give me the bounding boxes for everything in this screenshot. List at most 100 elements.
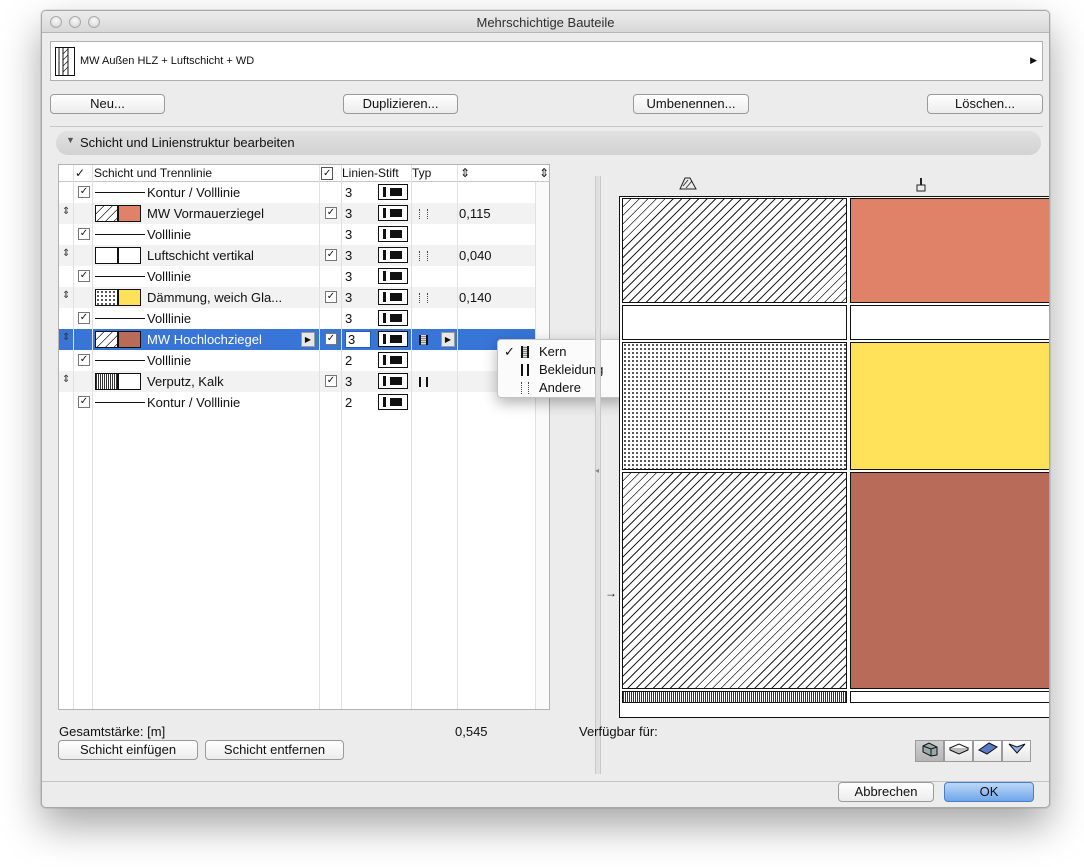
separator-line-row[interactable]: ✓ Volllinie 3: [59, 266, 535, 287]
layer-thickness[interactable]: 0,140: [459, 290, 492, 305]
line-pen-swatch[interactable]: [378, 247, 408, 263]
pen-number[interactable]: 3: [345, 206, 352, 221]
line-pen-swatch[interactable]: [378, 394, 408, 410]
line-pen-swatch[interactable]: [378, 205, 408, 221]
pen-number[interactable]: 3: [345, 311, 352, 326]
layer-row[interactable]: ⇕ Verputz, Kalk ✓ 3: [59, 371, 535, 392]
slab-icon[interactable]: [944, 740, 973, 762]
duplicate-button[interactable]: Duplizieren...: [343, 94, 458, 114]
line-visibility-checkbox[interactable]: ✓: [78, 396, 90, 408]
insert-layer-button[interactable]: Schicht einfügen: [58, 740, 198, 760]
pen-number[interactable]: 3: [345, 269, 352, 284]
menu-item-bekleidung[interactable]: Bekleidung: [498, 361, 627, 379]
hatch-swatch[interactable]: [95, 289, 118, 306]
disclosure-triangle-icon[interactable]: ▼: [66, 135, 75, 145]
line-pen-swatch[interactable]: [378, 226, 408, 242]
layer-thickness[interactable]: 0,115: [459, 206, 491, 221]
layer-row[interactable]: ⇕ MW Hochlochziegel ▶ ✓ 3 ▶: [59, 329, 535, 350]
delete-button[interactable]: Löschen...: [927, 94, 1043, 114]
drag-handle-icon[interactable]: ⇕: [62, 374, 70, 385]
pen-number[interactable]: 3: [345, 290, 352, 305]
pen-number[interactable]: 3: [345, 227, 352, 242]
pen-number-input[interactable]: 3: [345, 331, 371, 348]
pen-number[interactable]: 3: [345, 185, 352, 200]
pen-number[interactable]: 3: [345, 374, 352, 389]
layer-type-icon[interactable]: [419, 293, 428, 303]
splitter-grip-icon[interactable]: ◂: [595, 466, 599, 475]
surface-color-swatch[interactable]: [118, 205, 141, 222]
roof-icon[interactable]: [973, 740, 1002, 762]
hatch-swatch[interactable]: [95, 373, 118, 390]
composite-selector[interactable]: MW Außen HLZ + Luftschicht + WD ▶: [50, 41, 1043, 81]
separator-line-row[interactable]: ✓ Kontur / Volllinie 3: [59, 182, 535, 203]
drag-handle-icon[interactable]: ⇕: [62, 248, 70, 259]
section-header[interactable]: ▼ Schicht und Linienstruktur bearbeiten: [56, 131, 1041, 155]
type-popup-arrow-icon[interactable]: ▶: [441, 332, 455, 347]
layer-row[interactable]: ⇕ Luftschicht vertikal ✓ 3 0,040: [59, 245, 535, 266]
layer-checkbox[interactable]: ✓: [325, 375, 337, 387]
layer-type-icon[interactable]: [419, 251, 428, 261]
line-pen-swatch[interactable]: [378, 268, 408, 284]
line-pen-swatch[interactable]: [378, 331, 408, 347]
surface-color-swatch[interactable]: [118, 373, 141, 390]
hatch-swatch[interactable]: [95, 205, 118, 222]
separator-line-row[interactable]: ✓ Volllinie 2: [59, 350, 535, 371]
menu-item-kern[interactable]: ✓ Kern: [498, 343, 627, 361]
layer-type-icon[interactable]: [419, 335, 428, 345]
layer-checkbox[interactable]: ✓: [325, 291, 337, 303]
separator-line-row[interactable]: ✓ Volllinie 3: [59, 308, 535, 329]
pane-splitter[interactable]: ◂: [595, 176, 601, 774]
visibility-column-icon[interactable]: ✓: [75, 166, 85, 180]
layer-checkbox[interactable]: ✓: [325, 333, 337, 345]
layer-type-icon[interactable]: [419, 377, 428, 387]
title-bar[interactable]: Mehrschichtige Bauteile: [42, 11, 1049, 33]
pen-number[interactable]: 3: [345, 248, 352, 263]
cancel-button[interactable]: Abbrechen: [838, 782, 934, 802]
line-pen-swatch[interactable]: [378, 289, 408, 305]
layer-type-icon[interactable]: [419, 209, 428, 219]
pen-number[interactable]: 2: [345, 353, 352, 368]
drag-handle-icon[interactable]: ⇕: [62, 206, 70, 217]
drag-handle-icon[interactable]: ⇕: [62, 290, 70, 301]
layer-checkbox[interactable]: ✓: [325, 207, 337, 219]
layer-checkbox[interactable]: ✓: [325, 249, 337, 261]
line-visibility-checkbox[interactable]: ✓: [78, 312, 90, 324]
layer-thickness[interactable]: 0,040: [459, 248, 492, 263]
table-scrollbar[interactable]: [535, 182, 549, 709]
hatch-swatch[interactable]: [95, 331, 118, 348]
column-header-pen[interactable]: Linien-Stift: [342, 166, 399, 180]
line-style-icon: [95, 318, 145, 319]
line-pen-swatch[interactable]: [378, 352, 408, 368]
composite-menu-arrow-icon[interactable]: ▶: [1030, 55, 1037, 66]
thickness-column-icon[interactable]: ⇕: [460, 166, 470, 180]
rename-button[interactable]: Umbenennen...: [633, 94, 749, 114]
separator-line-row[interactable]: ✓ Kontur / Volllinie 2: [59, 392, 535, 413]
surface-color-swatch[interactable]: [118, 331, 141, 348]
line-visibility-checkbox[interactable]: ✓: [78, 354, 90, 366]
line-visibility-checkbox[interactable]: ✓: [78, 186, 90, 198]
layer-popup-arrow-icon[interactable]: ▶: [301, 332, 315, 347]
line-pen-swatch[interactable]: [378, 310, 408, 326]
line-pen-swatch[interactable]: [378, 184, 408, 200]
layer-row[interactable]: ⇕ MW Vormauerziegel ✓ 3 0,115: [59, 203, 535, 224]
line-pen-swatch[interactable]: [378, 373, 408, 389]
menu-item-andere[interactable]: Andere: [498, 379, 627, 397]
surface-color-swatch[interactable]: [118, 247, 141, 264]
column-header-type[interactable]: Typ: [412, 166, 431, 180]
separator-line-row[interactable]: ✓ Volllinie 3: [59, 224, 535, 245]
column-header-check-icon[interactable]: ✓: [321, 167, 334, 180]
wall-icon[interactable]: [915, 740, 944, 762]
ok-button[interactable]: OK: [944, 782, 1034, 802]
hatch-swatch[interactable]: [95, 247, 118, 264]
line-visibility-checkbox[interactable]: ✓: [78, 270, 90, 282]
layer-row[interactable]: ⇕ Dämmung, weich Gla... ✓ 3 0,140: [59, 287, 535, 308]
shell-icon[interactable]: [1002, 740, 1031, 762]
pen-number[interactable]: 2: [345, 395, 352, 410]
remove-layer-button[interactable]: Schicht entfernen: [205, 740, 344, 760]
thickness-total-column-icon[interactable]: ⇕: [539, 166, 549, 180]
surface-color-swatch[interactable]: [118, 289, 141, 306]
drag-handle-icon[interactable]: ⇕: [62, 332, 70, 343]
new-button[interactable]: Neu...: [50, 94, 165, 114]
line-visibility-checkbox[interactable]: ✓: [78, 228, 90, 240]
column-header-layer[interactable]: Schicht und Trennlinie: [94, 166, 212, 180]
